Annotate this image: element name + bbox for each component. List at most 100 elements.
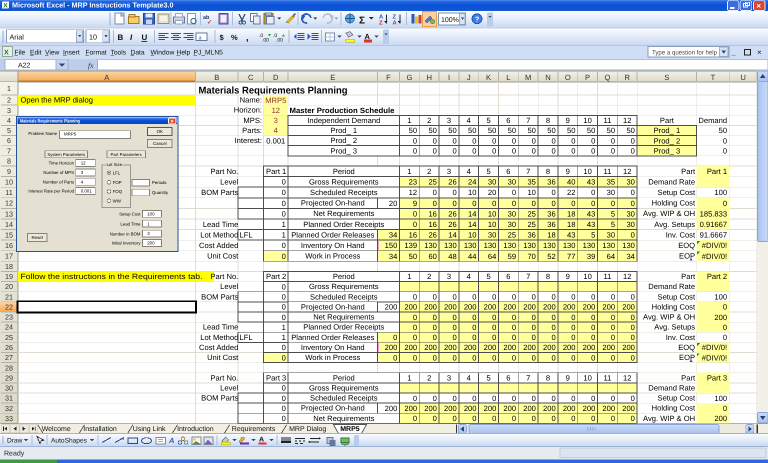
svg-text:200: 200 [622,343,635,352]
svg-text:0: 0 [393,353,397,362]
svg-text:20: 20 [5,282,13,291]
svg-text:10: 10 [583,167,591,176]
svg-text:0: 0 [472,293,476,302]
svg-text:Scheduled Receipts: Scheduled Receipts [310,292,378,301]
svg-text:0: 0 [532,313,536,322]
svg-text:✓: ✓ [207,20,212,26]
svg-text:7: 7 [526,167,530,176]
svg-text:0: 0 [413,323,417,332]
svg-text:0: 0 [611,147,615,156]
svg-text:200: 200 [404,343,417,352]
svg-text:64: 64 [607,252,615,261]
svg-text:Setup Cost: Setup Cost [119,212,141,217]
svg-text:0: 0 [631,199,635,208]
svg-text:,: , [246,33,249,44]
svg-text:0: 0 [433,199,437,208]
svg-text:50: 50 [448,126,456,135]
svg-text:200: 200 [424,303,437,312]
svg-text:60: 60 [428,252,436,261]
svg-text:Part Parameters: Part Parameters [111,152,142,157]
svg-text:5: 5 [611,209,615,218]
svg-text:0: 0 [591,199,595,208]
svg-text:Number of MPS: Number of MPS [43,170,74,175]
svg-text:Prod_ 2: Prod_ 2 [654,136,681,145]
svg-text:200: 200 [484,303,497,312]
svg-text:FOP: FOP [113,180,122,185]
svg-text:8: 8 [546,116,550,125]
svg-text:.00: .00 [262,38,269,44]
svg-text:0: 0 [433,136,437,145]
svg-text:FOQ: FOQ [113,189,123,194]
svg-text:0: 0 [723,323,727,332]
svg-text:10: 10 [5,178,13,187]
svg-text:Avg. WIP & OH: Avg. WIP & OH [643,414,695,423]
svg-text:Independent Demand: Independent Demand [307,116,380,125]
svg-text:E: E [330,73,335,82]
svg-text:0: 0 [631,313,635,322]
svg-text:Periods: Periods [152,180,167,185]
svg-text:0: 0 [433,394,437,403]
svg-text:0: 0 [282,313,286,322]
svg-text:200: 200 [543,303,556,312]
svg-text:5: 5 [486,272,490,281]
svg-text:6: 6 [506,374,510,383]
svg-text:18: 18 [567,209,575,218]
svg-text:130: 130 [424,241,437,250]
svg-text:Inv. Cost: Inv. Cost [666,333,696,342]
svg-text:12: 12 [81,161,86,166]
svg-text:0: 0 [472,147,476,156]
svg-text:0: 0 [532,199,536,208]
svg-text:0: 0 [282,293,286,302]
svg-text:200: 200 [147,241,155,246]
svg-text:Prod_ 1: Prod_ 1 [654,126,681,135]
svg-text:0: 0 [433,147,437,156]
svg-text:200: 200 [424,343,437,352]
svg-text:7: 7 [526,374,530,383]
svg-text:0: 0 [611,323,615,332]
svg-text:0: 0 [282,303,286,312]
svg-text:Planned Order Releases: Planned Order Releases [291,333,374,342]
svg-text:24: 24 [5,323,13,332]
svg-text:4: 4 [274,126,278,135]
svg-text:Interest Rate per Period: Interest Rate per Period [28,189,74,194]
svg-text:0: 0 [433,414,437,423]
svg-text:0: 0 [452,333,456,342]
svg-text:200: 200 [583,404,596,413]
svg-text:22: 22 [5,303,13,312]
svg-text:MRP5: MRP5 [265,96,286,105]
svg-text:Gross Requirements: Gross Requirements [309,177,379,186]
svg-text:0: 0 [611,353,615,362]
svg-text:50: 50 [607,126,615,135]
svg-text:0: 0 [551,353,555,362]
svg-text:X: X [4,50,9,57]
svg-text:N: N [545,73,550,82]
svg-text:26: 26 [448,209,456,218]
svg-text:EOQ: EOQ [678,241,695,250]
svg-text:0: 0 [723,404,727,413]
svg-text:P: P [585,73,590,82]
svg-text:Lead Time: Lead Time [120,221,141,226]
svg-text:15: 15 [5,230,13,239]
svg-text:25: 25 [508,231,516,240]
svg-text:1: 1 [282,220,286,229]
svg-text:2: 2 [427,374,431,383]
svg-text:130: 130 [484,241,497,250]
svg-text:30: 30 [626,220,634,229]
svg-text:50: 50 [409,126,417,135]
svg-text:0: 0 [452,323,456,332]
svg-text:Net Requirements: Net Requirements [313,209,374,218]
svg-text:0: 0 [571,414,575,423]
svg-text:Part 3: Part 3 [707,374,727,383]
svg-text:Prod_ 1: Prod_ 1 [330,126,357,135]
svg-text:D: D [273,73,279,82]
svg-text:Part: Part [681,373,696,382]
svg-text:23: 23 [409,178,417,187]
svg-text:0: 0 [433,293,437,302]
svg-text:200: 200 [464,303,477,312]
svg-text:Part: Part [660,116,675,125]
svg-text:2: 2 [427,272,431,281]
svg-text:K: K [486,73,491,82]
svg-text:0: 0 [452,353,456,362]
svg-text:A: A [168,436,174,445]
svg-text:0: 0 [551,414,555,423]
